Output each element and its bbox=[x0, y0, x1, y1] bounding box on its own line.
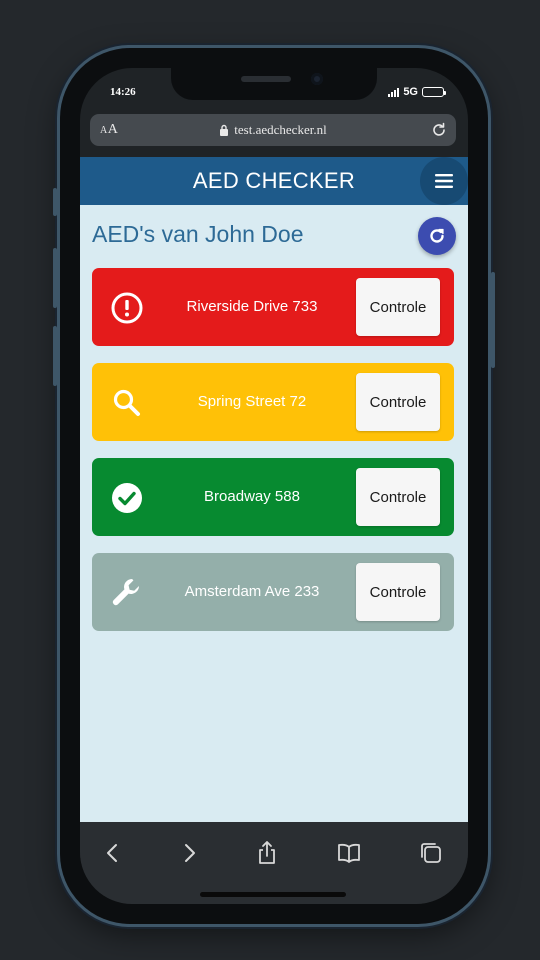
controle-button[interactable]: Controle bbox=[356, 373, 440, 431]
back-icon[interactable] bbox=[100, 840, 126, 866]
speaker-grille bbox=[241, 76, 291, 82]
notch bbox=[171, 68, 377, 100]
app-header: AED CHECKER bbox=[80, 157, 468, 205]
controle-button[interactable]: Controle bbox=[356, 563, 440, 621]
reload-icon[interactable] bbox=[430, 121, 448, 139]
bookmarks-icon[interactable] bbox=[336, 840, 362, 866]
aed-address: Spring Street 72 bbox=[197, 393, 307, 410]
alert-icon bbox=[111, 292, 143, 324]
aed-card[interactable]: Amsterdam Ave 233 Controle bbox=[92, 553, 454, 631]
volume-down-button bbox=[53, 326, 57, 386]
home-indicator bbox=[200, 892, 346, 897]
camera-icon bbox=[311, 73, 323, 85]
wrench-icon bbox=[112, 579, 139, 606]
aed-card[interactable]: Broadway 588 Controle bbox=[92, 458, 454, 536]
battery-icon bbox=[422, 87, 446, 97]
forward-icon[interactable] bbox=[176, 840, 202, 866]
signal-icon bbox=[388, 87, 400, 97]
url-text: test.aedchecker.nl bbox=[234, 122, 327, 137]
refresh-icon bbox=[430, 228, 444, 243]
volume-up-button bbox=[53, 248, 57, 308]
app-title: AED CHECKER bbox=[192, 168, 356, 193]
phone-screen: 14:26 5G AA test.aedchecker.nl AED CHECK… bbox=[80, 68, 468, 904]
hamburger-menu-icon bbox=[435, 174, 453, 188]
controle-button[interactable]: Controle bbox=[356, 278, 440, 336]
phone-frame: 14:26 5G AA test.aedchecker.nl AED CHECK… bbox=[53, 48, 495, 924]
search-icon bbox=[113, 389, 140, 416]
status-time: 14:26 bbox=[110, 86, 136, 98]
lock-icon bbox=[220, 124, 229, 136]
controle-button[interactable]: Controle bbox=[356, 468, 440, 526]
menu-button[interactable] bbox=[420, 157, 468, 205]
main-content: AED's van John Doe Riverside Drive 733 C… bbox=[80, 205, 468, 822]
tabs-icon[interactable] bbox=[418, 840, 444, 866]
address-bar[interactable]: AA test.aedchecker.nl bbox=[90, 114, 456, 146]
power-button bbox=[491, 272, 495, 368]
aed-card[interactable]: Riverside Drive 733 Controle bbox=[92, 268, 454, 346]
url-display[interactable]: test.aedchecker.nl bbox=[90, 122, 456, 138]
refresh-button[interactable] bbox=[418, 217, 456, 255]
mute-switch bbox=[53, 188, 57, 216]
aed-card[interactable]: Spring Street 72 Controle bbox=[92, 363, 454, 441]
aed-address: Riverside Drive 733 bbox=[186, 298, 318, 315]
aed-address: Broadway 588 bbox=[204, 488, 300, 505]
aed-address: Amsterdam Ave 233 bbox=[184, 583, 320, 600]
share-icon[interactable] bbox=[254, 840, 280, 866]
browser-toolbar bbox=[80, 822, 468, 904]
network-label: 5G bbox=[403, 86, 418, 98]
page-title: AED's van John Doe bbox=[92, 221, 304, 247]
check-circle-icon bbox=[112, 483, 142, 513]
